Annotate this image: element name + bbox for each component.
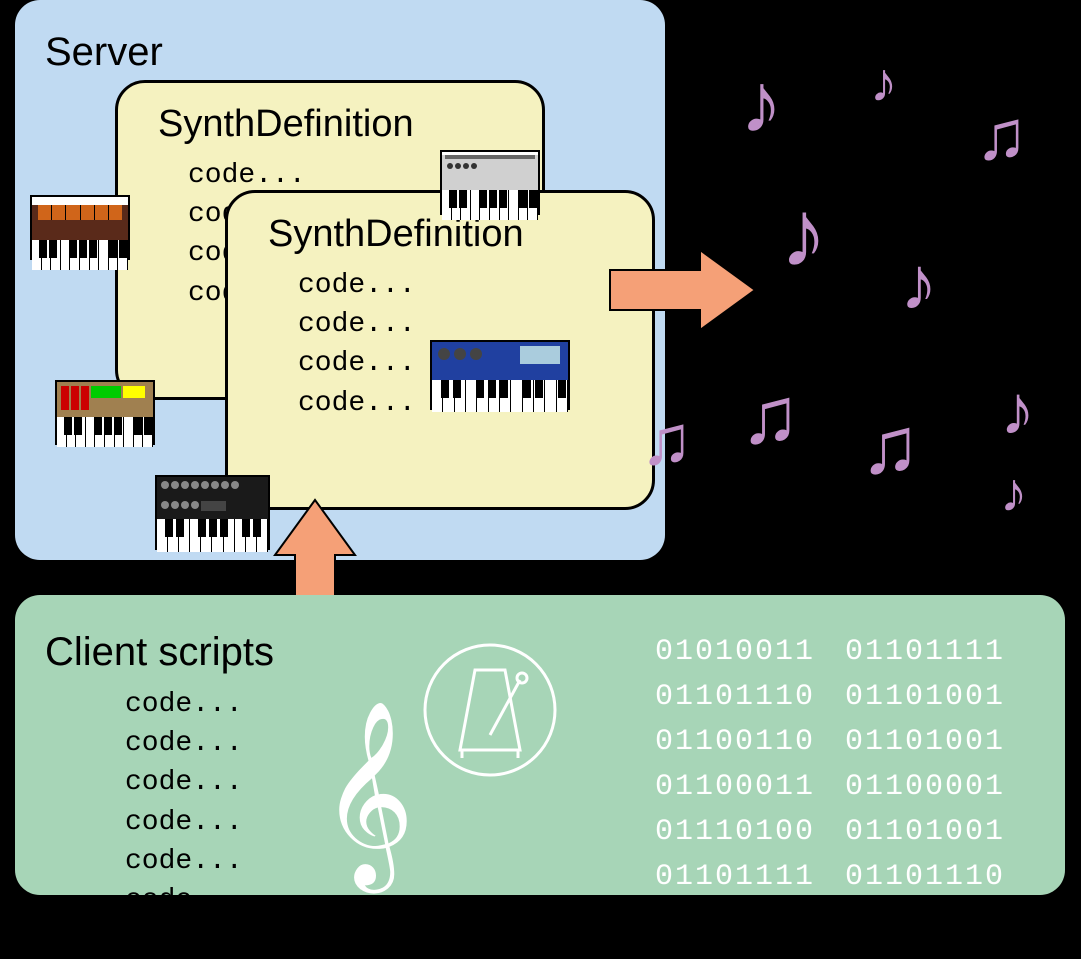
binary-byte: 01101111	[845, 635, 1005, 669]
synthdef-title: SynthDefinition	[158, 103, 522, 146]
metronome-icon	[420, 640, 560, 780]
music-note-icon: ♪	[900, 240, 938, 326]
music-note-icon: ♪	[740, 55, 783, 153]
server-title: Server	[45, 30, 645, 75]
treble-clef-icon: 𝄞	[320, 700, 415, 887]
binary-byte: 01101001	[845, 680, 1005, 714]
orange-synth-icon	[30, 195, 130, 260]
binary-byte: 01010011	[655, 635, 815, 669]
gray-synth-icon	[440, 150, 540, 215]
binary-byte: 01100001	[845, 770, 1005, 804]
code-line: code...	[298, 305, 632, 344]
black-synth-icon	[155, 475, 270, 550]
binary-byte: 01101110	[845, 860, 1005, 894]
binary-byte: 01101001	[845, 725, 1005, 759]
music-note-icon: ♫	[860, 400, 920, 492]
binary-byte: 01100110	[655, 725, 815, 759]
music-note-icon: ♪	[1000, 460, 1028, 524]
arrow-right-icon	[600, 245, 760, 335]
music-note-icon: ♫	[975, 95, 1028, 175]
binary-byte: 01101111	[655, 860, 815, 894]
code-line: code...	[298, 266, 632, 305]
mixer-synth-icon	[55, 380, 155, 445]
code-line: code...	[125, 920, 1045, 959]
music-note-icon: ♪	[1000, 370, 1035, 450]
music-note-icon: ♫	[640, 400, 693, 480]
blue-synth-icon	[430, 340, 570, 410]
binary-byte: 01100011	[655, 770, 815, 804]
music-note-icon: ♪	[870, 50, 898, 114]
binary-byte: 01110100	[655, 815, 815, 849]
binary-data: 01010011 01101111 01101110 01101001 011001…	[655, 630, 1035, 900]
server-box: Server SynthDefinition code... code... c…	[15, 0, 665, 560]
music-note-icon: ♪	[780, 180, 828, 289]
binary-byte: 01101110	[655, 680, 815, 714]
music-note-icon: ♫	[740, 370, 800, 462]
binary-byte: 01101001	[845, 815, 1005, 849]
